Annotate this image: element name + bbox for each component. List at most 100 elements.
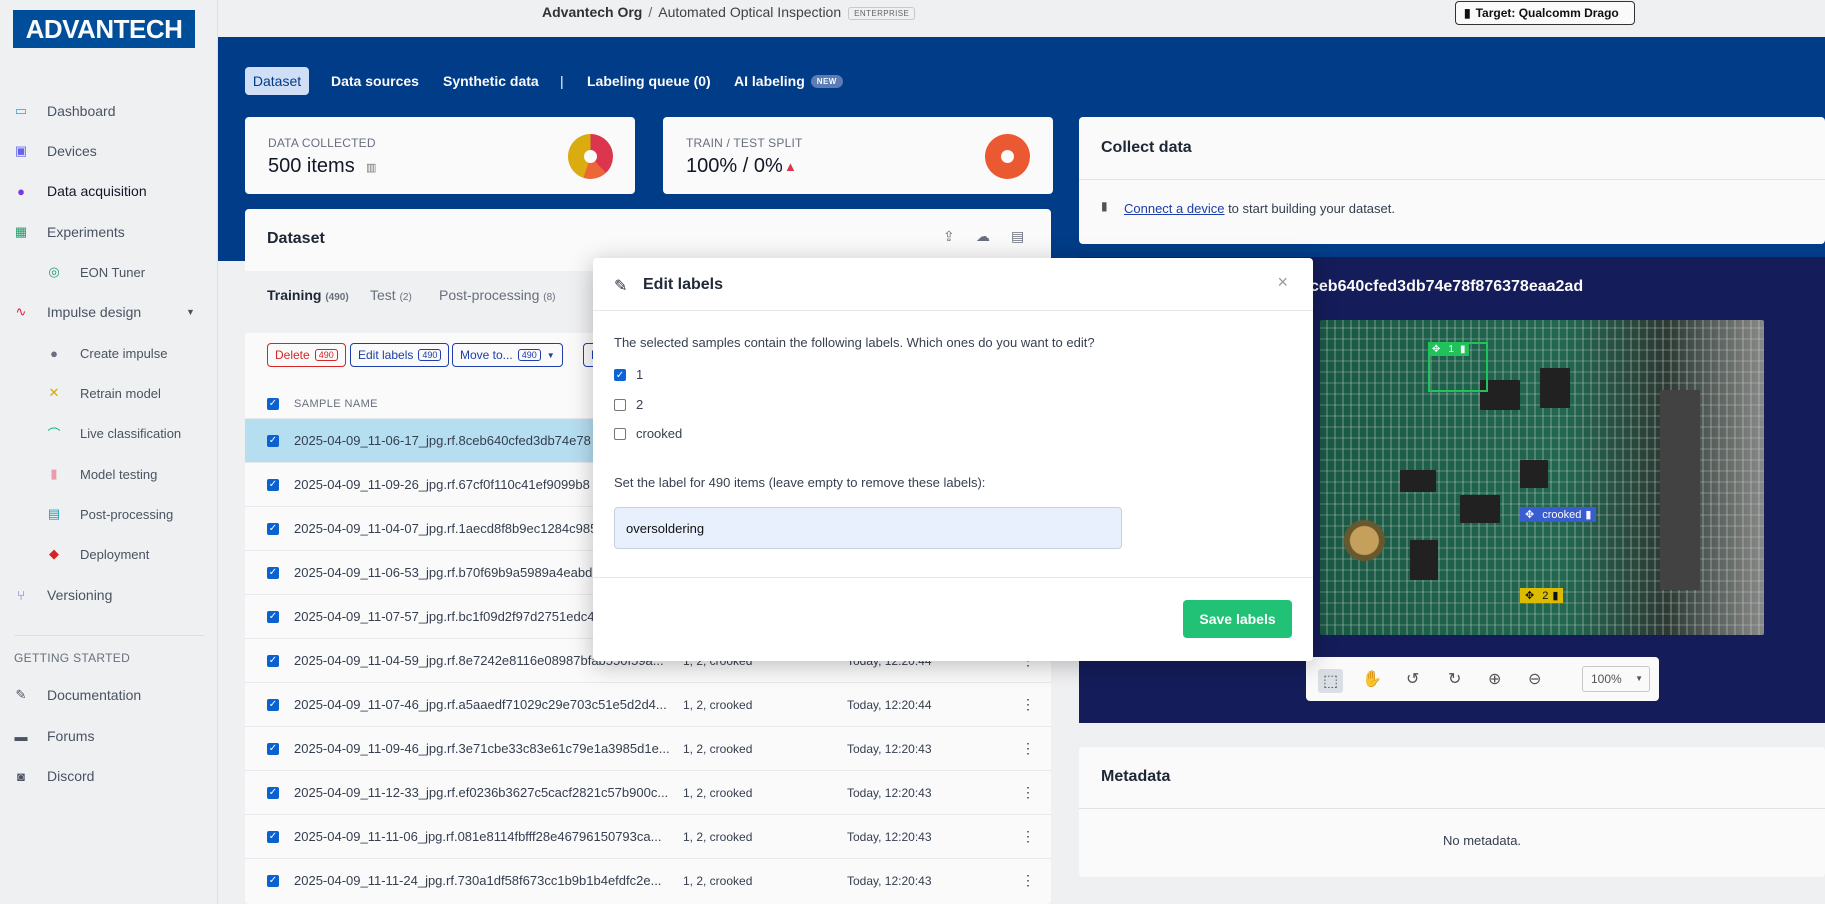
label-input[interactable] (614, 507, 1122, 549)
tab-synthetic-data[interactable]: Synthetic data (443, 67, 539, 95)
sidebar-item-documentation[interactable]: ✎ Documentation (0, 680, 218, 710)
checkbox-1[interactable]: ✓ (614, 368, 626, 381)
sidebar-item-create-impulse[interactable]: ● Create impulse (0, 338, 218, 368)
draw-box-icon[interactable]: ⬚ (1318, 669, 1344, 693)
tab-data-sources[interactable]: Data sources (331, 67, 419, 95)
column-sample-name: SAMPLE NAME (294, 398, 378, 410)
zoom-in-icon[interactable]: ⊕ (1488, 669, 1501, 689)
divider (593, 577, 1313, 578)
move-icon: ✥ (1432, 343, 1441, 355)
sidebar-item-model-testing[interactable]: ▮ Model testing (0, 459, 218, 489)
chart-icon[interactable]: ▥ (366, 161, 376, 174)
sample-name: 2025-04-09_11-07-46_jpg.rf.a5aaedf71029c… (294, 697, 667, 712)
table-row[interactable]: ✓ 2025-04-09_11-12-33_jpg.rf.ef0236b3627c… (245, 770, 1051, 814)
upload-icon[interactable]: ⇪ (943, 228, 955, 245)
box-label-1[interactable]: ✥ 1 ▮ (1428, 342, 1470, 356)
tab-ai-labeling[interactable]: AI labeling NEW (734, 67, 843, 95)
row-checkbox[interactable]: ✓ (267, 435, 279, 447)
sidebar-item-versioning[interactable]: ⑂ Versioning (0, 580, 218, 610)
row-checkbox[interactable]: ✓ (267, 479, 279, 491)
live-icon: ⌒ (47, 426, 61, 442)
sidebar-item-data-acquisition[interactable]: ● Data acquisition (0, 176, 218, 206)
dataset-title: Dataset (267, 230, 325, 247)
sample-labels: 1, 2, crooked (683, 830, 753, 844)
row-checkbox[interactable]: ✓ (267, 831, 279, 843)
tab-post-processing[interactable]: Post-processing (8) (439, 287, 556, 303)
zoom-select[interactable]: 100% ▼ (1582, 666, 1650, 692)
table-row[interactable]: ✓ 2025-04-09_11-11-24_jpg.rf.730a1df58f67… (245, 858, 1051, 902)
branch-icon: ⑂ (17, 587, 25, 603)
sidebar-item-discord[interactable]: ◙ Discord (0, 761, 218, 791)
sidebar-item-dashboard[interactable]: ▭ Dashboard (0, 96, 218, 126)
row-menu-icon[interactable]: ⋮ (1021, 828, 1035, 845)
monitor-icon: ▭ (14, 103, 28, 118)
edit-labels-modal: ✎ Edit labels × The selected samples con… (593, 258, 1313, 661)
label-option-crooked[interactable]: crooked (614, 426, 682, 441)
train-test-split-card: TRAIN / TEST SPLIT 100% / 0% ▲ (663, 117, 1053, 194)
target-device-button[interactable]: ▮ Target: Qualcomm Drago (1455, 1, 1635, 25)
label-option-1[interactable]: ✓ 1 (614, 367, 643, 382)
row-checkbox[interactable]: ✓ (267, 523, 279, 535)
edit-labels-button[interactable]: Edit labels 490 (350, 343, 450, 367)
close-icon[interactable]: × (1277, 272, 1288, 293)
org-name[interactable]: Advantech Org (542, 4, 642, 20)
book-icon: ✎ (15, 687, 27, 702)
row-menu-icon[interactable]: ⋮ (1021, 740, 1035, 757)
sidebar-item-impulse-design[interactable]: ∿ Impulse design ▼ (0, 297, 218, 327)
box-label-crooked[interactable]: ✥ crooked ▮ (1520, 507, 1597, 522)
redo-icon[interactable]: ↻ (1448, 669, 1461, 689)
row-checkbox[interactable]: ✓ (267, 787, 279, 799)
sidebar-item-post-processing[interactable]: ▤ Post-processing (0, 499, 218, 529)
move-to-button[interactable]: Move to... 490 ▼ (452, 343, 563, 367)
tab-test[interactable]: Test (2) (370, 287, 412, 303)
row-checkbox[interactable]: ✓ (267, 875, 279, 887)
tab-labeling-queue[interactable]: Labeling queue (0) (587, 67, 711, 95)
row-menu-icon[interactable]: ⋮ (1021, 784, 1035, 801)
advantech-logo[interactable]: ADVANTECH (13, 10, 195, 48)
sidebar-item-devices[interactable]: ▣ Devices (0, 136, 218, 166)
checkbox-2[interactable] (614, 398, 626, 411)
grid-icon: ▦ (14, 224, 28, 239)
table-row[interactable]: ✓ 2025-04-09_11-07-46_jpg.rf.a5aaedf71029… (245, 682, 1051, 726)
connect-device-link[interactable]: Connect a device (1124, 201, 1224, 216)
row-menu-icon[interactable]: ⋮ (1021, 696, 1035, 713)
table-row[interactable]: ✓ 2025-04-09_11-09-46_jpg.rf.3e71cbe33c83… (245, 726, 1051, 770)
tuner-icon: ◎ (48, 264, 60, 279)
row-menu-icon[interactable]: ⋮ (1021, 872, 1035, 889)
table-row[interactable]: ✓ 2025-04-09_11-11-06_jpg.rf.081e8114fbff… (245, 814, 1051, 858)
sidebar-item-live-classification[interactable]: ⌒ Live classification (0, 418, 218, 448)
set-label-prompt: Set the label for 490 items (leave empty… (614, 475, 986, 490)
pan-hand-icon[interactable]: ✋ (1362, 669, 1382, 689)
sample-name: 2025-04-09_11-06-17_jpg.rf.8ceb640cfed3d… (294, 433, 591, 448)
row-checkbox[interactable]: ✓ (267, 655, 279, 667)
tab-divider: | (560, 73, 564, 89)
box-label-2[interactable]: ✥ 2 ▮ (1520, 588, 1564, 603)
cloud-upload-icon[interactable]: ☁ (976, 228, 990, 245)
file-icon[interactable]: ▤ (1011, 228, 1024, 245)
row-checkbox[interactable]: ✓ (267, 699, 279, 711)
row-checkbox[interactable]: ✓ (267, 611, 279, 623)
sample-title: ceb640cfed3db74e78f876378eaa2ad (1310, 278, 1584, 295)
sample-date: Today, 12:20:43 (847, 874, 932, 888)
row-checkbox[interactable]: ✓ (267, 743, 279, 755)
save-labels-button[interactable]: Save labels (1183, 600, 1292, 638)
tab-training[interactable]: Training (490) (267, 287, 349, 303)
enterprise-badge: ENTERPRISE (848, 6, 916, 20)
row-checkbox[interactable]: ✓ (267, 567, 279, 579)
sample-name: 2025-04-09_11-12-33_jpg.rf.ef0236b3627c5… (294, 785, 669, 800)
label-option-2[interactable]: 2 (614, 397, 643, 412)
sidebar-item-retrain-model[interactable]: ✕ Retrain model (0, 378, 218, 408)
warning-icon: ▲ (784, 159, 797, 174)
tab-dataset[interactable]: Dataset (245, 67, 309, 95)
checkbox-crooked[interactable] (614, 427, 626, 440)
delete-button[interactable]: Delete 490 (267, 343, 346, 367)
project-name[interactable]: Automated Optical Inspection (658, 4, 841, 20)
sidebar-item-eon-tuner[interactable]: ◎ EON Tuner (0, 257, 218, 287)
sidebar-item-experiments[interactable]: ▦ Experiments (0, 217, 218, 247)
select-all-checkbox[interactable]: ✓ (267, 398, 279, 410)
sidebar-item-forums[interactable]: ▬ Forums (0, 721, 218, 751)
undo-icon[interactable]: ↺ (1406, 669, 1419, 689)
edit-icon: ✎ (614, 278, 628, 295)
sidebar-item-deployment[interactable]: ◆ Deployment (0, 539, 218, 569)
zoom-out-icon[interactable]: ⊖ (1528, 669, 1541, 689)
